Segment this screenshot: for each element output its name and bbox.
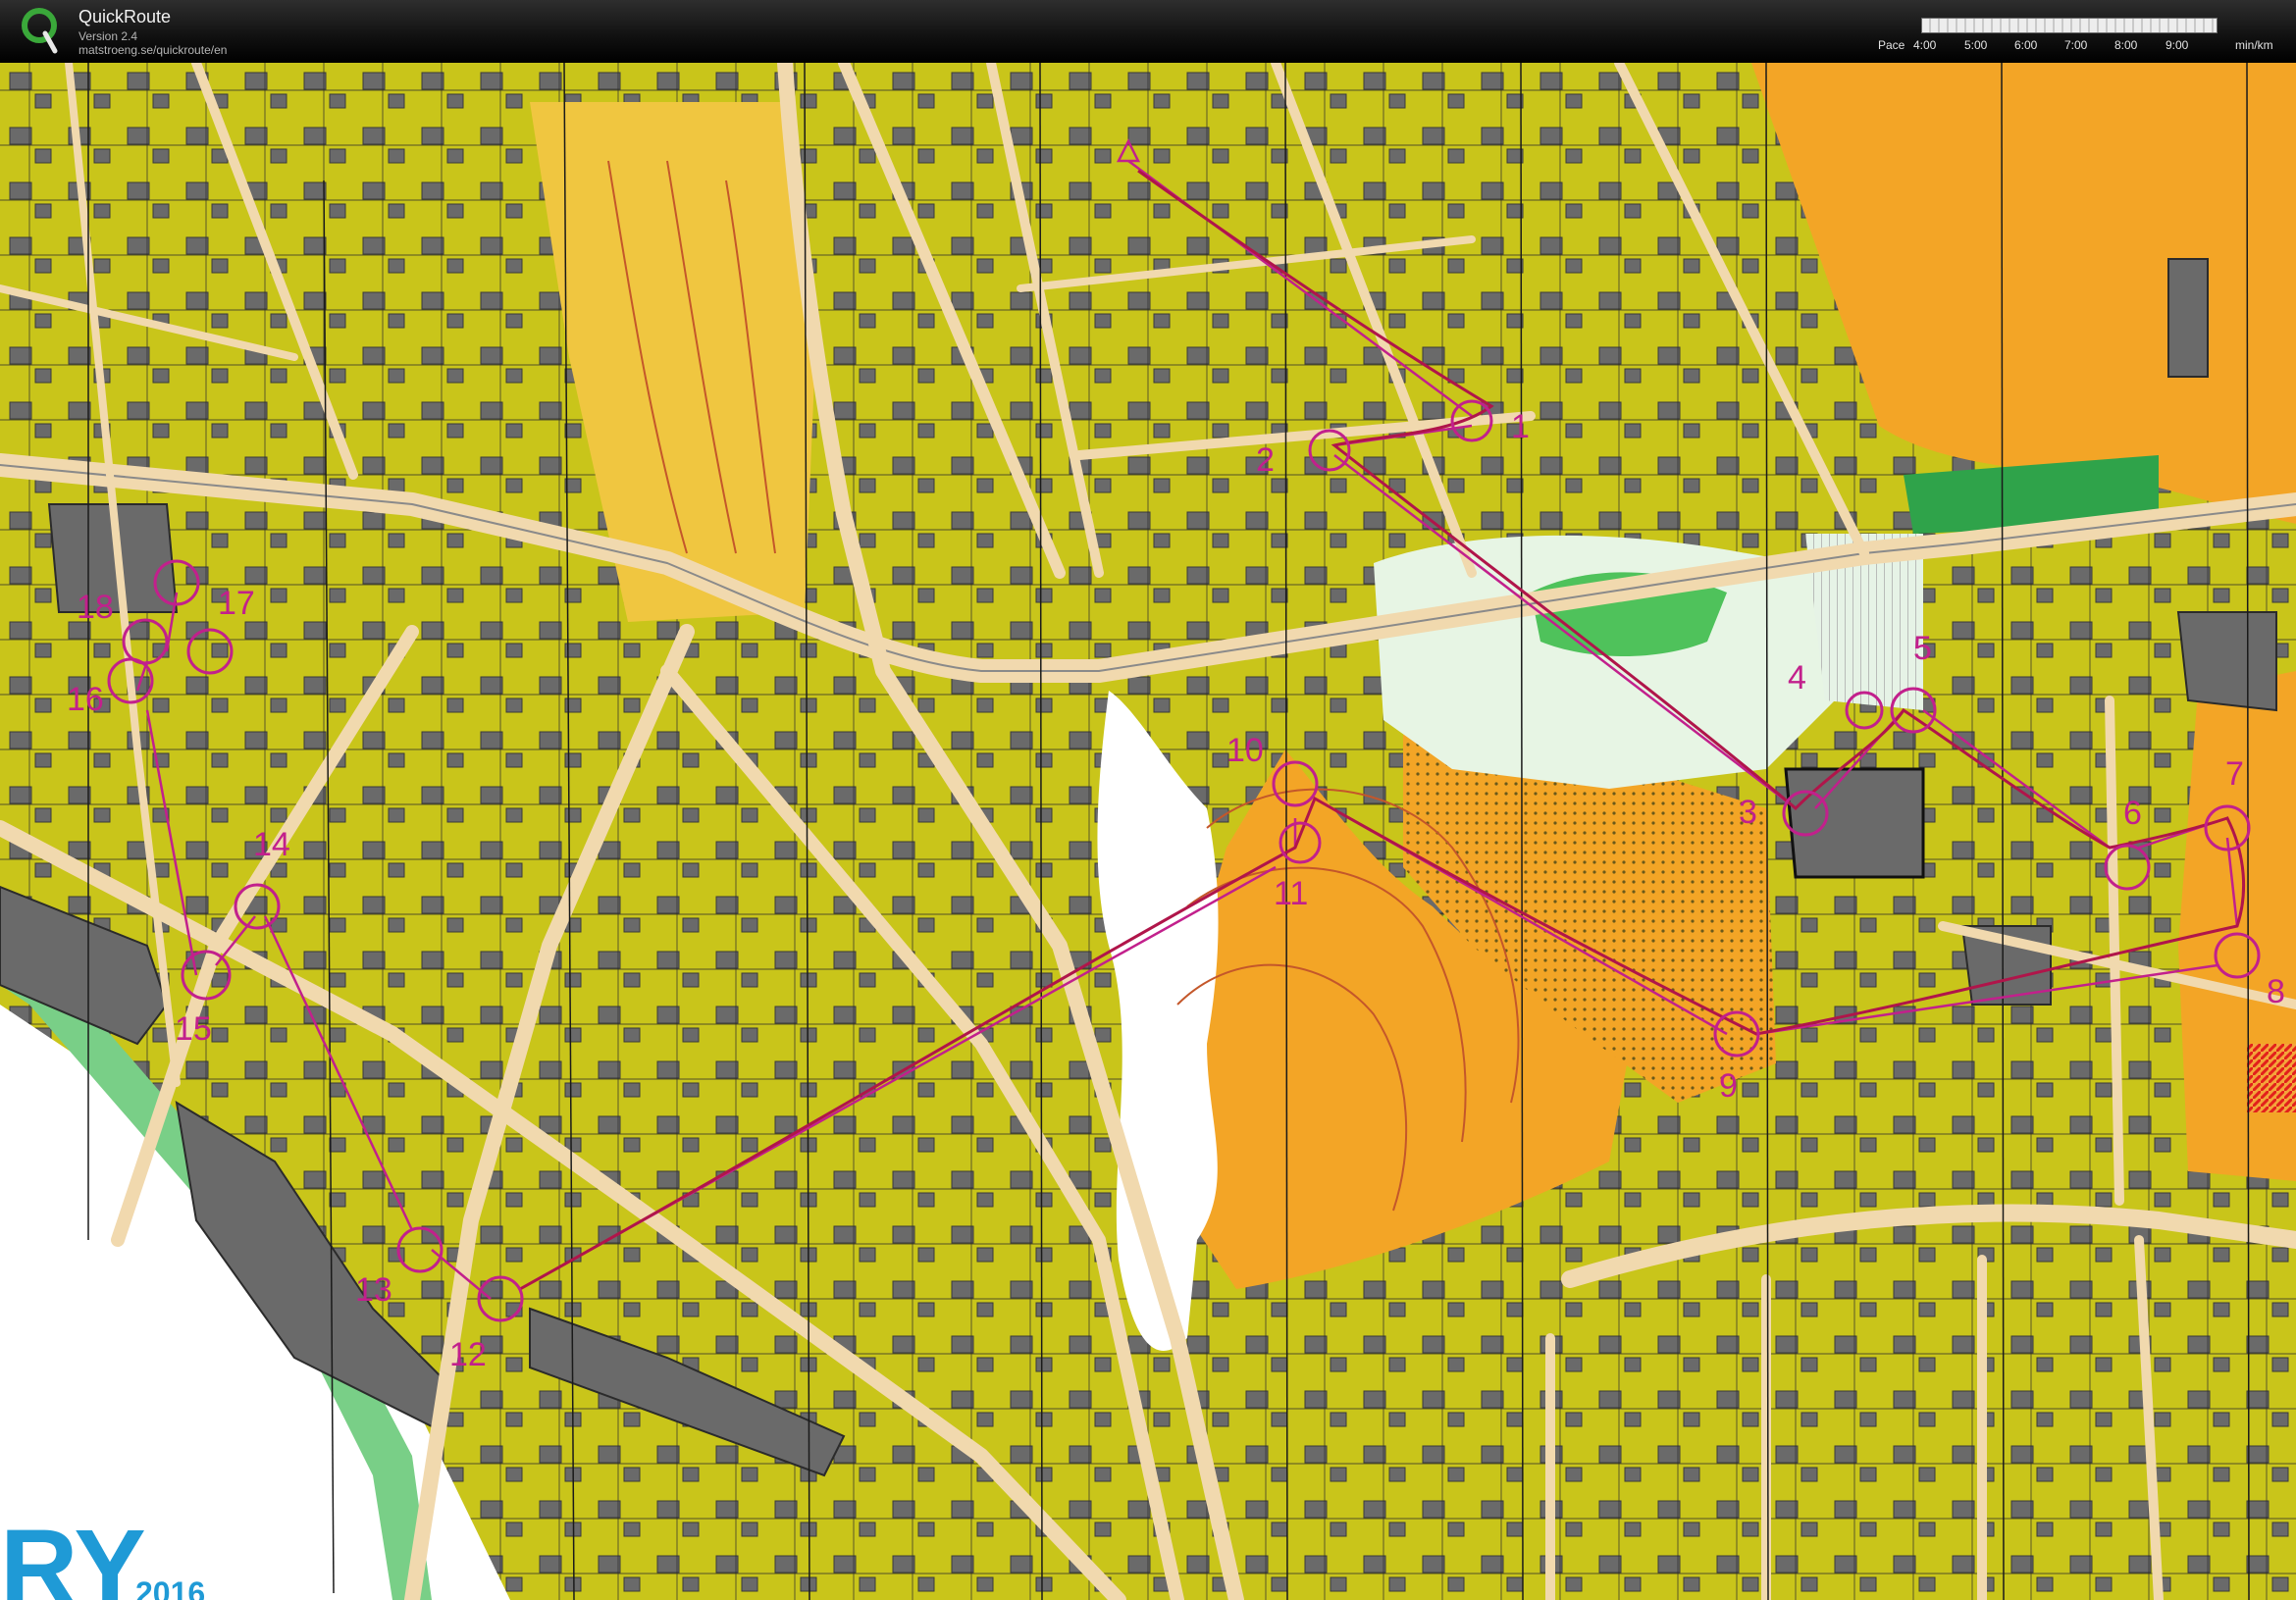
app-header: QuickRoute Version 2.4 matstroeng.se/qui… xyxy=(0,0,2296,63)
control-label-15: 15 xyxy=(175,1010,212,1048)
control-label-1: 1 xyxy=(1511,408,1530,445)
pace-label: Pace xyxy=(1878,38,1905,52)
control-label-7: 7 xyxy=(2225,755,2244,793)
pace-tick: 5:00 xyxy=(1964,38,1988,52)
out-of-bounds-area xyxy=(2247,1044,2296,1112)
pace-tick: 8:00 xyxy=(2114,38,2138,52)
control-label-9: 9 xyxy=(1719,1067,1738,1105)
control-label-2: 2 xyxy=(1256,441,1275,479)
map-logo-text: RY xyxy=(0,1508,146,1600)
pace-tick: 9:00 xyxy=(2166,38,2189,52)
map-canvas[interactable] xyxy=(0,63,2296,1600)
pace-tick: 6:00 xyxy=(2014,38,2038,52)
control-label-12: 12 xyxy=(449,1336,487,1373)
app-title: QuickRoute xyxy=(78,7,172,26)
pace-tick: 4:00 xyxy=(1913,38,1937,52)
pace-color-scale xyxy=(1921,18,2218,33)
control-label-3: 3 xyxy=(1739,794,1757,831)
control-label-8: 8 xyxy=(2267,973,2285,1010)
control-label-10: 10 xyxy=(1226,732,1264,769)
control-label-18: 18 xyxy=(77,589,114,626)
control-label-4: 4 xyxy=(1788,659,1806,697)
control-label-16: 16 xyxy=(67,681,104,718)
building xyxy=(2167,258,2209,378)
control-label-17: 17 xyxy=(218,585,255,622)
pace-tick: 7:00 xyxy=(2064,38,2088,52)
control-label-13: 13 xyxy=(355,1271,392,1309)
map-event-logo: RY 2016 xyxy=(0,1515,294,1600)
control-label-11: 11 xyxy=(1274,875,1309,912)
app-version: Version 2.4 xyxy=(78,29,138,43)
control-label-14: 14 xyxy=(253,826,290,863)
school-building xyxy=(1784,767,1925,879)
control-label-6: 6 xyxy=(2123,795,2142,832)
orienteering-map[interactable]: 1 2 3 4 5 6 7 8 9 10 11 12 13 14 15 16 1… xyxy=(0,63,2296,1600)
app-url[interactable]: matstroeng.se/quickroute/en xyxy=(78,43,227,57)
pace-unit: min/km xyxy=(2235,38,2273,52)
map-logo-year: 2016 xyxy=(135,1575,206,1600)
building xyxy=(2176,611,2277,712)
quickroute-logo-icon xyxy=(22,8,58,54)
control-label-5: 5 xyxy=(1913,630,1932,667)
